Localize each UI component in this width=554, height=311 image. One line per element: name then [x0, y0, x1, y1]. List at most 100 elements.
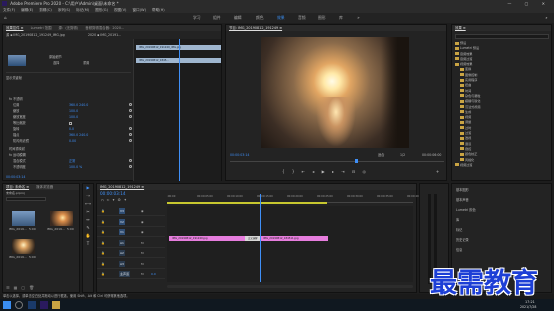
- step-back-icon[interactable]: ◂: [312, 169, 317, 174]
- tab-source[interactable]: 源：(无剪辑): [59, 26, 79, 30]
- program-timecode[interactable]: 00:00:03:14: [230, 153, 249, 158]
- export-frame-icon[interactable]: ◎: [363, 169, 370, 174]
- slip-tool-icon[interactable]: ↔: [83, 216, 93, 224]
- razor-tool-icon[interactable]: ✂: [83, 208, 93, 216]
- search-icon[interactable]: ⌕: [544, 15, 549, 20]
- tab-audio-mixer[interactable]: 音频剪辑混合器：2020...: [85, 26, 124, 30]
- prop-blend-mode-value[interactable]: 正常: [69, 159, 75, 164]
- track-mute-icon[interactable]: M: [141, 259, 144, 269]
- motion-blur-section[interactable]: fx 运动模糊: [9, 153, 26, 158]
- panel-essential-graphics[interactable]: 基本图形: [456, 188, 469, 193]
- track-eye-icon[interactable]: ◉: [141, 206, 144, 216]
- tab-effect-controls[interactable]: 效果控件 ≡: [6, 26, 23, 30]
- track-header[interactable]: 🔒 V2 ◉: [97, 217, 165, 227]
- menu-clip[interactable]: 剪辑(C): [39, 8, 52, 12]
- button-editor-icon[interactable]: +: [435, 169, 440, 174]
- project-item-1-thumb[interactable]: [12, 211, 35, 226]
- menu-file[interactable]: 文件(F): [3, 8, 15, 12]
- ec-timecode[interactable]: 00:00:03:14: [6, 175, 25, 180]
- taskbar-explorer-icon[interactable]: [52, 301, 60, 309]
- reset-icon[interactable]: [129, 115, 132, 118]
- home-icon[interactable]: ⌂: [3, 15, 8, 20]
- menu-window[interactable]: 窗口(W): [132, 8, 146, 12]
- time-remap-section[interactable]: 时间重映射: [9, 147, 25, 152]
- timeline-playhead[interactable]: [260, 194, 261, 282]
- window-controls[interactable]: — ▢ ✕: [507, 0, 551, 7]
- panel-info[interactable]: 信息: [456, 248, 462, 253]
- mark-in-icon[interactable]: {: [282, 169, 288, 174]
- timeline-clip-1[interactable]: IMG_20190812_191249.jpg: [169, 236, 249, 241]
- track-lock-icon[interactable]: 🔒: [101, 248, 105, 258]
- timeline-scrollbar[interactable]: [167, 285, 413, 288]
- reset-icon[interactable]: [129, 127, 132, 130]
- fit-dropdown[interactable]: 适合: [378, 153, 384, 158]
- prop-position-value[interactable]: 360.0 240.0: [69, 103, 88, 108]
- menu-edit[interactable]: 编辑(E): [21, 8, 33, 12]
- tab-lumetri-scopes[interactable]: Lumetri 范围: [31, 26, 52, 30]
- play-icon[interactable]: ▶: [322, 169, 328, 174]
- reset-icon[interactable]: [129, 103, 132, 106]
- type-tool-icon[interactable]: T: [83, 240, 93, 248]
- reset-icon[interactable]: [129, 165, 132, 168]
- prop-scale-value[interactable]: 100.0: [69, 109, 78, 114]
- work-area-bar[interactable]: [167, 202, 327, 204]
- track-header[interactable]: 🔒 A1 M: [97, 238, 165, 248]
- list-view-icon[interactable]: ☰: [6, 285, 14, 290]
- track-header[interactable]: 🔒 V3 ◉: [97, 206, 165, 216]
- wrench-icon[interactable]: ✦: [124, 198, 130, 202]
- track-select-icon[interactable]: ⇢: [83, 192, 93, 200]
- track-eye-icon[interactable]: ◉: [141, 217, 144, 227]
- tab-effects[interactable]: 效果: [277, 13, 285, 23]
- menu-graphics[interactable]: 图形(G): [95, 8, 108, 12]
- tab-editing[interactable]: 编辑: [234, 13, 242, 23]
- panel-essential-sound[interactable]: 基本声音: [456, 198, 469, 203]
- prop-anti-flicker-value[interactable]: 0.00: [69, 139, 76, 144]
- track-mute-icon[interactable]: M: [141, 248, 144, 258]
- panel-markers[interactable]: 标记: [456, 228, 462, 233]
- track-mute-icon[interactable]: M: [141, 269, 144, 279]
- project-item-2-thumb[interactable]: [50, 211, 73, 226]
- track-header[interactable]: 🔒 A3 M: [97, 259, 165, 269]
- tab-project[interactable]: 项目: 未命名 ≡: [6, 185, 29, 189]
- timeline-clip-2[interactable]: IMG_20190812_184511.jpg: [260, 236, 328, 241]
- tab-color[interactable]: 颜色: [256, 13, 264, 23]
- ripple-edit-icon[interactable]: ⟷: [83, 200, 93, 208]
- project-item-3-thumb[interactable]: [12, 239, 35, 254]
- track-header[interactable]: 🔒 A2 M: [97, 248, 165, 258]
- reset-icon[interactable]: [129, 133, 132, 136]
- taskbar-premiere-icon[interactable]: [40, 301, 48, 309]
- track-eye-icon[interactable]: ◉: [141, 227, 144, 237]
- menu-sequence[interactable]: 序列(S): [58, 8, 70, 12]
- thumb-label-2[interactable]: 重置: [83, 61, 89, 66]
- pen-tool-icon[interactable]: ✎: [83, 224, 93, 232]
- mark-out-icon[interactable]: }: [292, 169, 298, 174]
- effects-tree-item[interactable]: 视频过渡: [455, 163, 551, 168]
- hand-tool-icon[interactable]: ✋: [83, 232, 93, 240]
- track-lock-icon[interactable]: 🔒: [101, 206, 105, 216]
- effects-search[interactable]: [455, 34, 549, 39]
- menu-view[interactable]: 视图(V): [114, 8, 126, 12]
- quality-dropdown[interactable]: 1/2: [400, 153, 405, 158]
- opacity-section[interactable]: fx 不透明: [9, 97, 23, 102]
- thumb-label-3[interactable]: 选择: [53, 61, 59, 66]
- menu-marker[interactable]: 标记(M): [76, 8, 89, 12]
- uniform-scale-checkbox[interactable]: [69, 122, 72, 125]
- effects-tab[interactable]: 效果 ≡: [455, 26, 466, 30]
- track-lock-icon[interactable]: 🔒: [101, 227, 105, 237]
- timeline-tab[interactable]: IMG_20190812_191249 ≡: [100, 185, 144, 189]
- taskbar-search-icon[interactable]: [15, 301, 23, 309]
- tab-learn[interactable]: 学习: [193, 13, 201, 23]
- timeline-transition[interactable]: 交叉溶解: [245, 236, 261, 241]
- menu-help[interactable]: 帮助(H): [152, 8, 165, 12]
- new-item-icon[interactable]: ▢: [21, 285, 29, 290]
- track-lock-icon[interactable]: 🔒: [101, 259, 105, 269]
- program-playhead[interactable]: [355, 159, 358, 163]
- track-header[interactable]: 🔒 主声道 M 0.0: [97, 269, 165, 279]
- track-lock-icon[interactable]: 🔒: [101, 217, 105, 227]
- reset-icon[interactable]: [129, 159, 132, 162]
- lift-icon[interactable]: ⊟: [352, 169, 358, 174]
- master-volume-value[interactable]: 0.0: [151, 269, 156, 279]
- prop-rotation-value[interactable]: 0.0: [69, 127, 74, 132]
- ec-playhead[interactable]: [179, 39, 180, 181]
- prop-opacity-value[interactable]: 100.0 %: [69, 165, 82, 170]
